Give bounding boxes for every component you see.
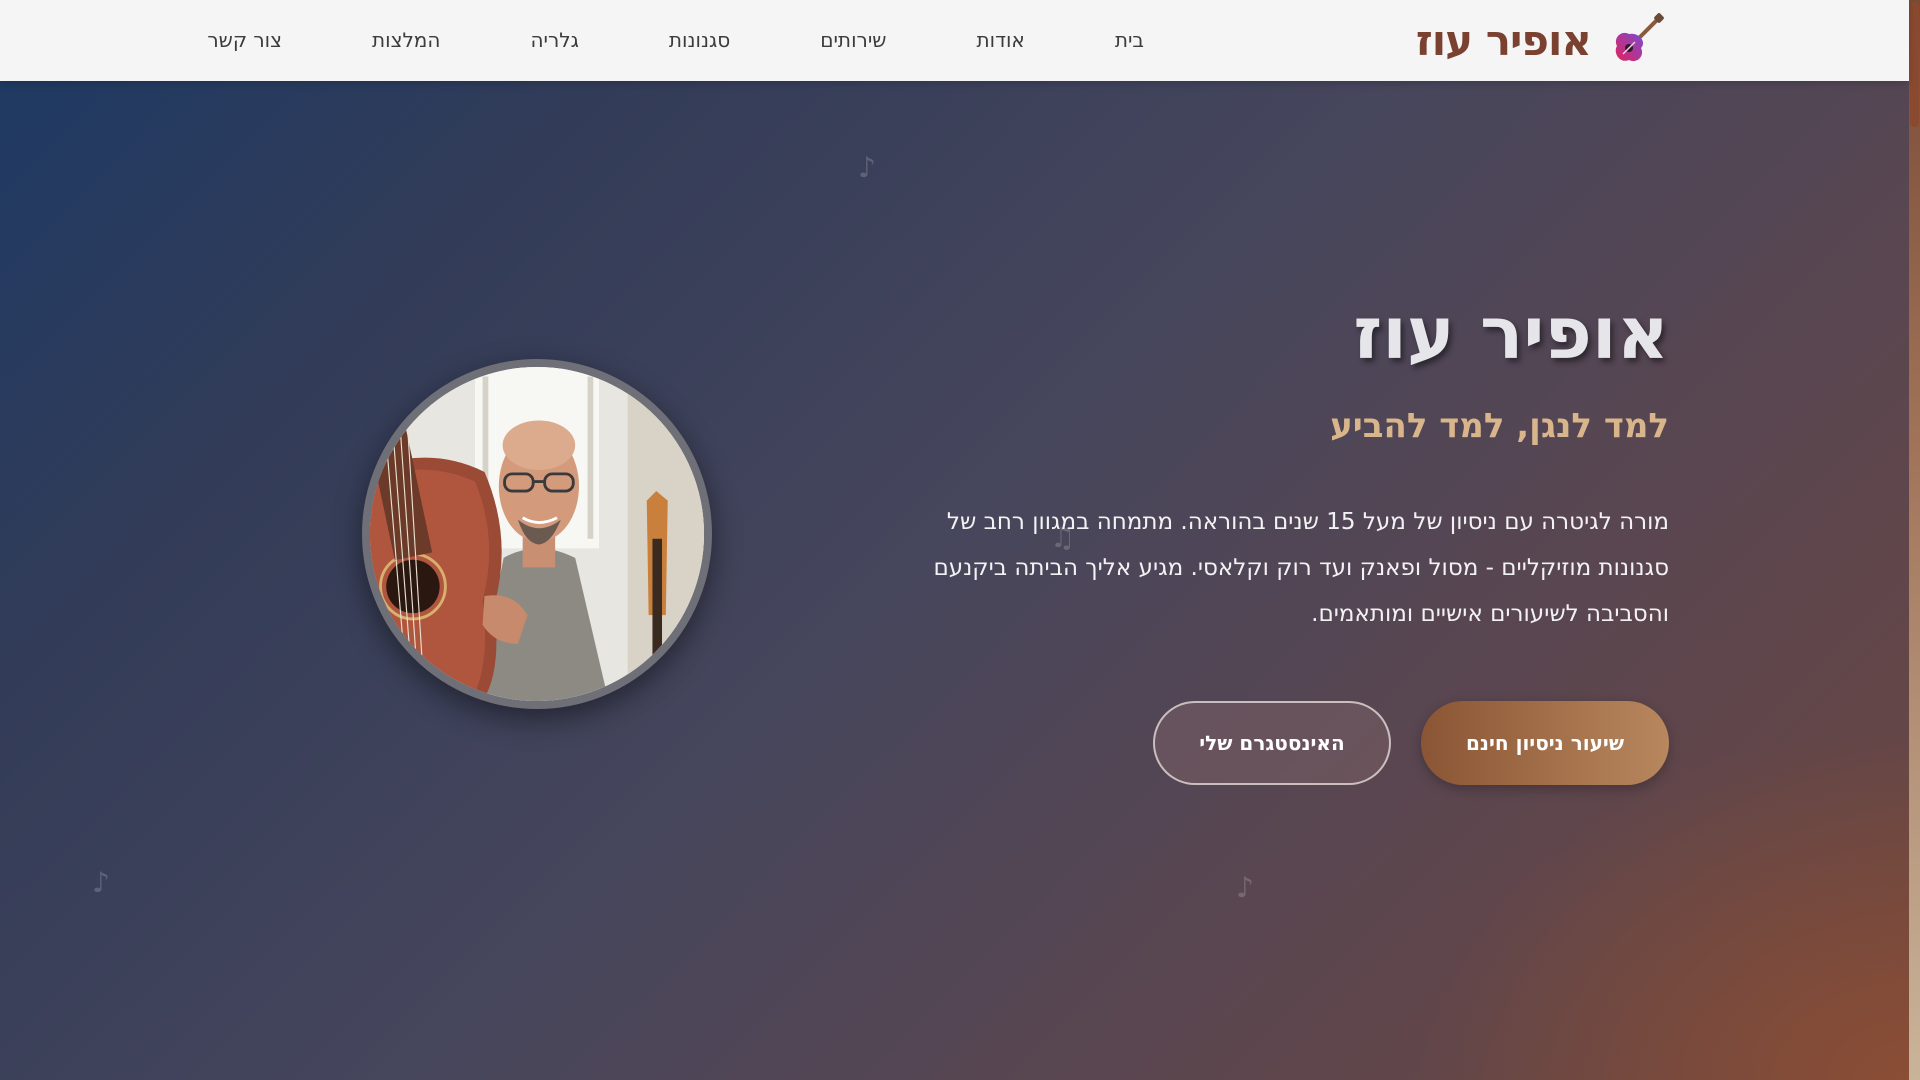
nav-item-contact[interactable]: צור קשר xyxy=(162,22,327,58)
instagram-button[interactable]: האינסטגרם שלי xyxy=(1153,701,1391,785)
main-nav: בית אודות שירותים סגנונות גלריה המלצות צ… xyxy=(162,22,1189,58)
nav-item-styles[interactable]: סגנונות xyxy=(624,22,775,58)
teacher-photo xyxy=(362,359,712,709)
hero-section: ♪ ♫ ♪ ♪ אופיר עוז למד לנגן, למד להביע מו… xyxy=(0,81,1909,1080)
music-note-icon: ♪ xyxy=(92,866,110,899)
page-scrollbar[interactable] xyxy=(1909,0,1920,1080)
guitar-icon xyxy=(1609,12,1665,68)
nav-item-services[interactable]: שירותים xyxy=(775,22,931,58)
nav-item-testimonials[interactable]: המלצות xyxy=(327,22,485,58)
hero-subtitle: למד לנגן, למד להביע xyxy=(1330,406,1669,446)
scrollbar-thumb[interactable] xyxy=(1910,2,1919,127)
site-header: אופיר עוז בית אודות שירותים סגנונות גלרי… xyxy=(0,0,1909,81)
nav-item-about[interactable]: אודות xyxy=(931,22,1069,58)
free-trial-button[interactable]: שיעור ניסיון חינם xyxy=(1421,701,1669,785)
nav-item-gallery[interactable]: גלריה xyxy=(485,22,623,58)
music-note-icon: ♪ xyxy=(1236,871,1254,904)
hero-title: אופיר עוז xyxy=(1353,291,1669,375)
hero-description: מורה לגיטרה עם ניסיון של מעל 15 שנים בהו… xyxy=(933,509,1669,627)
nav-item-home[interactable]: בית xyxy=(1070,22,1189,58)
brand-name: אופיר עוז xyxy=(1415,15,1592,65)
music-note-icon: ♪ xyxy=(858,151,876,184)
brand[interactable]: אופיר עוז xyxy=(1416,10,1665,70)
